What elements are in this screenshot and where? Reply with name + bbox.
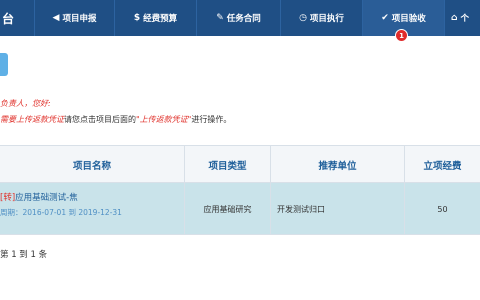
notification-badge: 1 xyxy=(395,29,408,42)
nav-execution[interactable]: ◷ 项目执行 xyxy=(280,0,362,36)
clock-icon: ◷ xyxy=(299,13,307,23)
project-tag: [转] xyxy=(0,193,16,203)
check-icon: ✔ xyxy=(381,13,389,23)
notice-quote: "上传返款凭证" xyxy=(136,115,192,124)
header-project-type: 项目类型 xyxy=(185,146,271,184)
nav-project-apply[interactable]: ◀ 项目申报 xyxy=(34,0,114,36)
nav-contract[interactable]: ✎ 任务合同 xyxy=(196,0,280,36)
brand-title: 台 xyxy=(2,11,15,26)
home-icon: ⌂ xyxy=(451,13,458,23)
notice-greeting: 负责人，您好: xyxy=(0,99,51,108)
nav-label: 任务合同 xyxy=(226,14,261,24)
nav-label: 项目申报 xyxy=(62,14,97,24)
table-row[interactable]: [转]应用基础测试-焦 周期：2016-07-01 到 2019-12-31 应… xyxy=(0,183,480,235)
dollar-icon: $ xyxy=(133,13,141,23)
project-name: 应用基础测试-焦 xyxy=(15,193,78,203)
nav-label: 项目执行 xyxy=(309,14,344,24)
top-nav: 台 ◀ 项目申报 $ 经费预算 ✎ 任务合同 ◷ 项目执行 ✔ 项目验收 ⌂ 个 xyxy=(0,0,480,36)
project-period: 周期：2016-07-01 到 2019-12-31 xyxy=(0,208,122,217)
cell-funding: 50 xyxy=(437,204,448,214)
nav-label: 个 xyxy=(460,14,469,24)
nav-budget[interactable]: $ 经费预算 xyxy=(114,0,196,36)
project-link[interactable]: [转]应用基础测试-焦 xyxy=(0,191,78,203)
header-project-name: 项目名称 xyxy=(0,146,185,184)
notice-red-text: 需要上传返款凭证 xyxy=(0,115,64,124)
nav-personal[interactable]: ⌂ 个 xyxy=(444,0,480,36)
notice-text-end: 进行操作。 xyxy=(191,115,232,124)
cell-recommend-unit: 开发测试归口 xyxy=(271,183,405,235)
header-funding: 立项经费 xyxy=(423,161,462,172)
cell-project-name: [转]应用基础测试-焦 周期：2016-07-01 到 2019-12-31 xyxy=(0,183,185,235)
pencil-icon: ✎ xyxy=(216,13,224,23)
pagination-info: 第 1 到 1 条 xyxy=(0,250,48,260)
table-header: 项目名称 项目类型 推荐单位 立项经费 xyxy=(0,145,480,184)
cell-project-type: 应用基础研究 xyxy=(185,183,271,235)
nav-label: 项目验收 xyxy=(391,14,426,24)
nav-label: 经费预算 xyxy=(143,14,178,24)
header-recommend-unit: 推荐单位 xyxy=(271,146,405,184)
notice-instruction: 需要上传返款凭证请您点击项目后面的"上传返款凭证"进行操作。 xyxy=(0,114,231,125)
notice-text: 请您点击项目后面的 xyxy=(64,115,136,124)
send-icon: ◀ xyxy=(52,13,60,23)
sidebar-toggle[interactable] xyxy=(0,53,8,76)
